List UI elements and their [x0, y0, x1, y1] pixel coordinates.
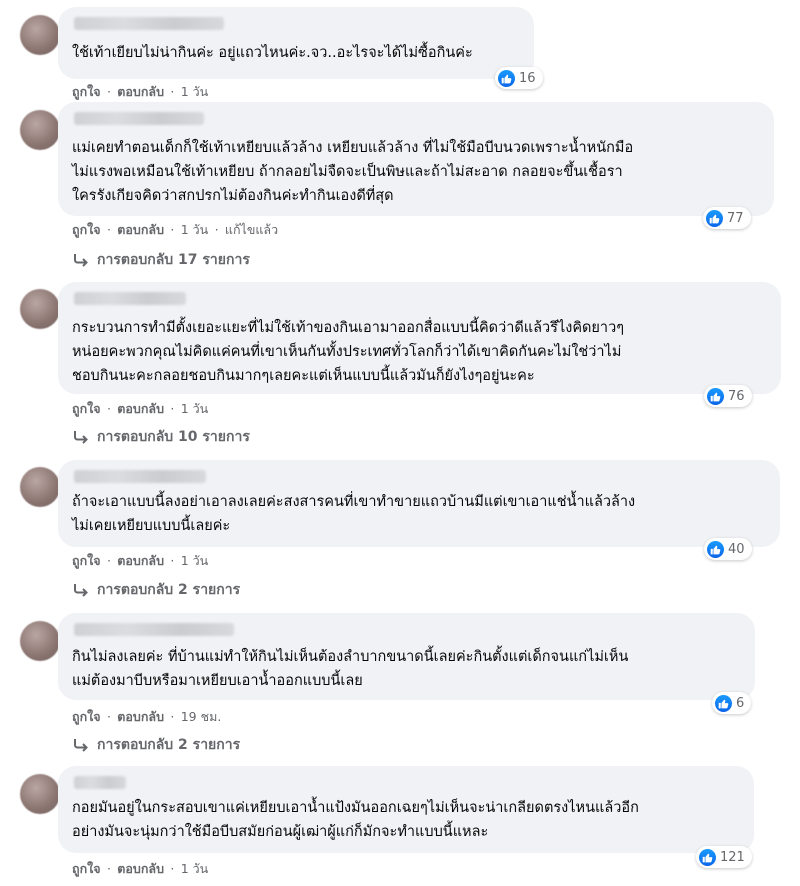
reply-link[interactable]: ตอบกลับ [117, 861, 164, 876]
like-link[interactable]: ถูกใจ [72, 222, 101, 237]
comment-text: แม่เคยทำตอนเด็กก็ใช้เท้าเหยียบแล้วล้าง เ… [72, 140, 634, 204]
thumbs-up-icon [715, 694, 732, 712]
comment-text: กอยมันอยู่ในกระสอบเขาแค่เหยียบเอาน้ำแป้ง… [72, 800, 639, 840]
like-link[interactable]: ถูกใจ [72, 709, 101, 724]
thumbs-up-icon [498, 69, 515, 87]
timestamp[interactable]: 1 วัน [181, 401, 209, 416]
view-replies-link[interactable]: การตอบกลับ 2 รายการ [72, 579, 240, 601]
like-link[interactable]: ถูกใจ [72, 84, 101, 99]
reply-arrow-icon [74, 584, 88, 597]
separator-dot: · [170, 401, 175, 416]
separator-dot: · [170, 222, 175, 237]
like-link[interactable]: ถูกใจ [72, 861, 101, 876]
replies-count-label[interactable]: การตอบกลับ 2 รายการ [97, 734, 240, 756]
comment-text: กินไม่ลงเลยค่ะ ที่บ้านแม่ทำให้กินไม่เห็น… [72, 649, 629, 689]
separator-dot: · [106, 222, 111, 237]
replies-count-label[interactable]: การตอบกลับ 2 รายการ [97, 579, 240, 601]
comment-actions: ถูกใจ · ตอบกลับ · 1 วัน [72, 551, 208, 571]
commenter-name-redacted[interactable] [74, 470, 206, 483]
reaction-count[interactable]: 16 [495, 67, 543, 89]
separator-dot: · [170, 553, 175, 568]
avatar[interactable] [20, 621, 60, 661]
comment-actions: ถูกใจ · ตอบกลับ · 1 วัน [72, 399, 208, 419]
view-replies-link[interactable]: การตอบกลับ 17 รายการ [72, 249, 250, 271]
reply-link[interactable]: ตอบกลับ [117, 401, 164, 416]
comment-actions: ถูกใจ · ตอบกลับ · 1 วัน [72, 82, 208, 102]
comment-actions: ถูกใจ · ตอบกลับ · 1 วัน [72, 859, 208, 879]
comment-bubble: กระบวนการทำมีตั้งเยอะแยะที่ไม่ใช้เท้าของ… [58, 282, 781, 394]
replies-count-label[interactable]: การตอบกลับ 10 รายการ [97, 426, 250, 448]
timestamp[interactable]: 1 วัน [181, 222, 209, 237]
thumbs-up-icon [707, 387, 724, 405]
reply-arrow-icon [74, 739, 88, 752]
separator-dot: · [170, 709, 175, 724]
reaction-number: 6 [736, 695, 745, 711]
timestamp[interactable]: 1 วัน [181, 861, 209, 876]
comment-bubble: ถ้าจะเอาแบบนี้ลงอย่าเอาลงเลยค่ะสงสารคนที… [58, 460, 780, 547]
comment-actions: ถูกใจ · ตอบกลับ · 19 ชม. [72, 707, 221, 727]
reply-link[interactable]: ตอบกลับ [117, 709, 164, 724]
thumbs-up-icon [706, 209, 723, 227]
reaction-count[interactable]: 121 [696, 846, 752, 868]
commenter-name-redacted[interactable] [74, 292, 186, 305]
separator-dot: · [106, 84, 111, 99]
timestamp[interactable]: 19 ชม. [181, 709, 222, 724]
avatar[interactable] [20, 774, 60, 814]
avatar[interactable] [20, 467, 60, 507]
avatar[interactable] [20, 15, 60, 55]
edited-label[interactable]: แก้ไขแล้ว [225, 222, 278, 237]
reply-link[interactable]: ตอบกลับ [117, 553, 164, 568]
separator-dot: · [106, 553, 111, 568]
reaction-count[interactable]: 77 [703, 207, 751, 229]
reaction-count[interactable]: 40 [704, 538, 752, 560]
comment-text: ถ้าจะเอาแบบนี้ลงอย่าเอาลงเลยค่ะสงสารคนที… [72, 494, 636, 534]
thumbs-up-icon [707, 540, 724, 558]
reply-arrow-icon [74, 254, 88, 267]
separator-dot: · [170, 861, 175, 876]
comment-text: ใช้เท้าเยียบไม่น่ากินค่ะ อยู่แถวไหนค่ะ.จ… [72, 45, 473, 61]
thumbs-up-icon [699, 848, 716, 866]
separator-dot: · [106, 401, 111, 416]
view-replies-link[interactable]: การตอบกลับ 2 รายการ [72, 734, 240, 756]
view-replies-link[interactable]: การตอบกลับ 10 รายการ [72, 426, 250, 448]
like-link[interactable]: ถูกใจ [72, 401, 101, 416]
reaction-number: 40 [728, 541, 745, 557]
avatar[interactable] [20, 289, 60, 329]
comment-actions: ถูกใจ · ตอบกลับ · 1 วัน · แก้ไขแล้ว [72, 220, 278, 240]
comment-bubble: ใช้เท้าเยียบไม่น่ากินค่ะ อยู่แถวไหนค่ะ.จ… [58, 7, 534, 79]
reply-link[interactable]: ตอบกลับ [117, 222, 164, 237]
comment-bubble: กินไม่ลงเลยค่ะ ที่บ้านแม่ทำให้กินไม่เห็น… [58, 613, 755, 700]
reaction-count[interactable]: 76 [704, 385, 752, 407]
comment-text: กระบวนการทำมีตั้งเยอะแยะที่ไม่ใช้เท้าของ… [72, 320, 624, 384]
separator-dot: · [214, 222, 219, 237]
comment-bubble: แม่เคยทำตอนเด็กก็ใช้เท้าเหยียบแล้วล้าง เ… [58, 102, 774, 216]
separator-dot: · [106, 861, 111, 876]
reaction-count[interactable]: 6 [712, 692, 752, 714]
reply-link[interactable]: ตอบกลับ [117, 84, 164, 99]
reaction-number: 76 [728, 388, 745, 404]
reply-arrow-icon [74, 431, 88, 444]
avatar[interactable] [20, 110, 60, 150]
commenter-name-redacted[interactable] [74, 623, 234, 636]
like-link[interactable]: ถูกใจ [72, 553, 101, 568]
reaction-number: 16 [519, 70, 536, 86]
comment-bubble: กอยมันอยู่ในกระสอบเขาแค่เหยียบเอาน้ำแป้ง… [58, 766, 754, 853]
commenter-name-redacted[interactable] [74, 776, 126, 789]
reaction-number: 121 [720, 849, 745, 865]
timestamp[interactable]: 1 วัน [181, 553, 209, 568]
commenter-name-redacted[interactable] [74, 112, 204, 125]
commenter-name-redacted[interactable] [74, 17, 224, 30]
separator-dot: · [170, 84, 175, 99]
timestamp[interactable]: 1 วัน [181, 84, 209, 99]
replies-count-label[interactable]: การตอบกลับ 17 รายการ [97, 249, 250, 271]
reaction-number: 77 [727, 210, 744, 226]
separator-dot: · [106, 709, 111, 724]
